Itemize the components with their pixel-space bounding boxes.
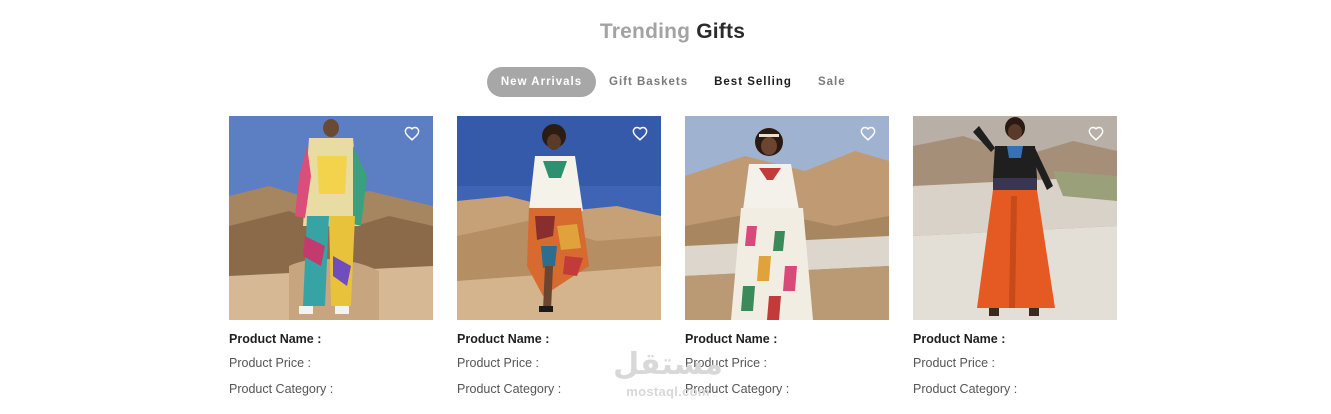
product-image[interactable]: [685, 116, 889, 320]
category-tabs: New Arrivals Gift Baskets Best Selling S…: [487, 67, 846, 97]
product-category-label: Product Category :: [229, 382, 334, 396]
product-card[interactable]: Product Name : Product Price : Product C…: [229, 116, 433, 398]
product-price-label: Product Price :: [913, 356, 995, 370]
product-price-label: Product Price :: [229, 356, 311, 370]
product-image[interactable]: [457, 116, 661, 320]
trending-gifts-section: Trending Gifts New Arrivals Gift Baskets…: [0, 0, 1331, 414]
product-card[interactable]: Product Name : Product Price : Product C…: [685, 116, 889, 398]
section-title-dark: Gifts: [696, 20, 746, 43]
section-title: Trending Gifts: [0, 20, 1331, 44]
favorite-heart-icon[interactable]: [404, 126, 420, 141]
favorite-heart-icon[interactable]: [860, 126, 876, 141]
product-category-label: Product Category :: [685, 382, 790, 396]
tab-new-arrivals[interactable]: New Arrivals: [487, 67, 596, 97]
product-category-label: Product Category :: [913, 382, 1018, 396]
section-title-light: Trending: [599, 20, 691, 43]
product-price-label: Product Price :: [457, 356, 539, 370]
product-photo: [685, 116, 889, 320]
product-card[interactable]: Product Name : Product Price : Product C…: [457, 116, 661, 398]
product-image[interactable]: [913, 116, 1117, 320]
favorite-heart-icon[interactable]: [1088, 126, 1104, 141]
product-image[interactable]: [229, 116, 433, 320]
product-photo: [457, 116, 661, 320]
product-card[interactable]: Product Name : Product Price : Product C…: [913, 116, 1117, 398]
product-name-label: Product Name :: [229, 332, 322, 346]
product-name-label: Product Name :: [457, 332, 550, 346]
product-photo: [913, 116, 1117, 320]
product-name-label: Product Name :: [685, 332, 778, 346]
favorite-heart-icon[interactable]: [632, 126, 648, 141]
product-price-label: Product Price :: [685, 356, 767, 370]
product-name-label: Product Name :: [913, 332, 1006, 346]
product-category-label: Product Category :: [457, 382, 562, 396]
tab-best-selling[interactable]: Best Selling: [714, 67, 792, 97]
tab-sale[interactable]: Sale: [818, 67, 846, 97]
product-photo: [229, 116, 433, 320]
tab-gift-baskets[interactable]: Gift Baskets: [609, 67, 688, 97]
